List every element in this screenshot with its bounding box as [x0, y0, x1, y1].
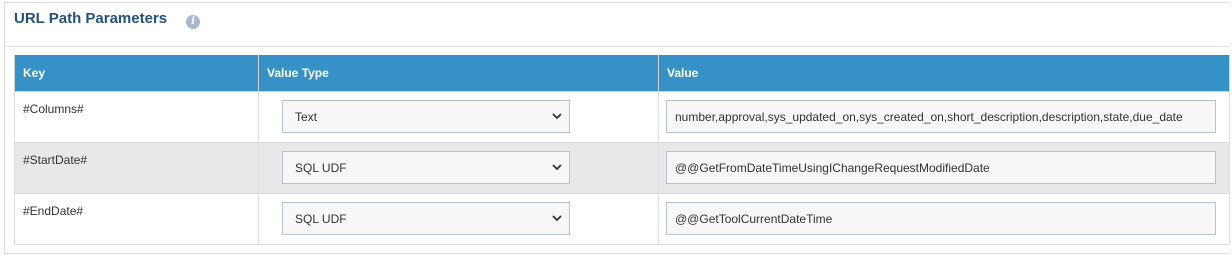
key-cell: #Columns#	[14, 90, 259, 143]
value-type-select[interactable]: SQL UDF	[282, 201, 570, 235]
section-title: URL Path Parameters	[14, 10, 168, 27]
table-row: #Columns# Text number,approval,sys_updat…	[14, 90, 1230, 143]
key-cell: #StartDate#	[14, 141, 259, 194]
column-header-value: Value	[658, 55, 1230, 92]
chevron-down-icon	[552, 214, 562, 221]
parameters-table: Key Value Type Value #Columns# Text numb…	[14, 55, 1230, 245]
value-type-cell: SQL UDF	[258, 192, 659, 245]
value-type-selected: SQL UDF	[295, 160, 347, 175]
panel-header: URL Path Parameters i	[5, 3, 1230, 47]
value-input[interactable]: @@GetFromDateTimeUsingIChangeRequestModi…	[666, 150, 1216, 184]
value-type-select[interactable]: SQL UDF	[282, 150, 570, 184]
key-label: #StartDate#	[23, 152, 88, 167]
value-cell: @@GetToolCurrentDateTime	[658, 192, 1230, 245]
value-cell: number,approval,sys_updated_on,sys_creat…	[658, 90, 1230, 143]
value-input-text: @@GetToolCurrentDateTime	[675, 211, 833, 226]
value-type-cell: Text	[258, 90, 659, 143]
key-cell: #EndDate#	[14, 192, 259, 245]
value-input-text: @@GetFromDateTimeUsingIChangeRequestModi…	[675, 160, 990, 175]
chevron-down-icon	[552, 112, 562, 119]
value-type-select[interactable]: Text	[282, 99, 570, 133]
value-type-cell: SQL UDF	[258, 141, 659, 194]
column-header-key: Key	[14, 55, 259, 92]
table-row: #EndDate# SQL UDF @@GetToolCurrentDateTi…	[14, 192, 1230, 245]
key-label: #EndDate#	[23, 203, 84, 218]
url-path-parameters-panel: URL Path Parameters i Key Value Type Val…	[4, 2, 1230, 254]
value-type-selected: Text	[295, 109, 318, 124]
table-row: #StartDate# SQL UDF @@GetFromDateTimeUsi…	[14, 141, 1230, 194]
key-label: #Columns#	[23, 101, 84, 116]
value-input[interactable]: @@GetToolCurrentDateTime	[666, 201, 1216, 235]
value-input[interactable]: number,approval,sys_updated_on,sys_creat…	[666, 99, 1216, 133]
value-cell: @@GetFromDateTimeUsingIChangeRequestModi…	[658, 141, 1230, 194]
column-header-value-type: Value Type	[258, 55, 659, 92]
chevron-down-icon	[552, 163, 562, 170]
table-header-row: Key Value Type Value	[14, 55, 1230, 92]
value-type-selected: SQL UDF	[295, 211, 347, 226]
value-input-text: number,approval,sys_updated_on,sys_creat…	[675, 109, 1183, 124]
info-icon[interactable]: i	[186, 15, 200, 29]
